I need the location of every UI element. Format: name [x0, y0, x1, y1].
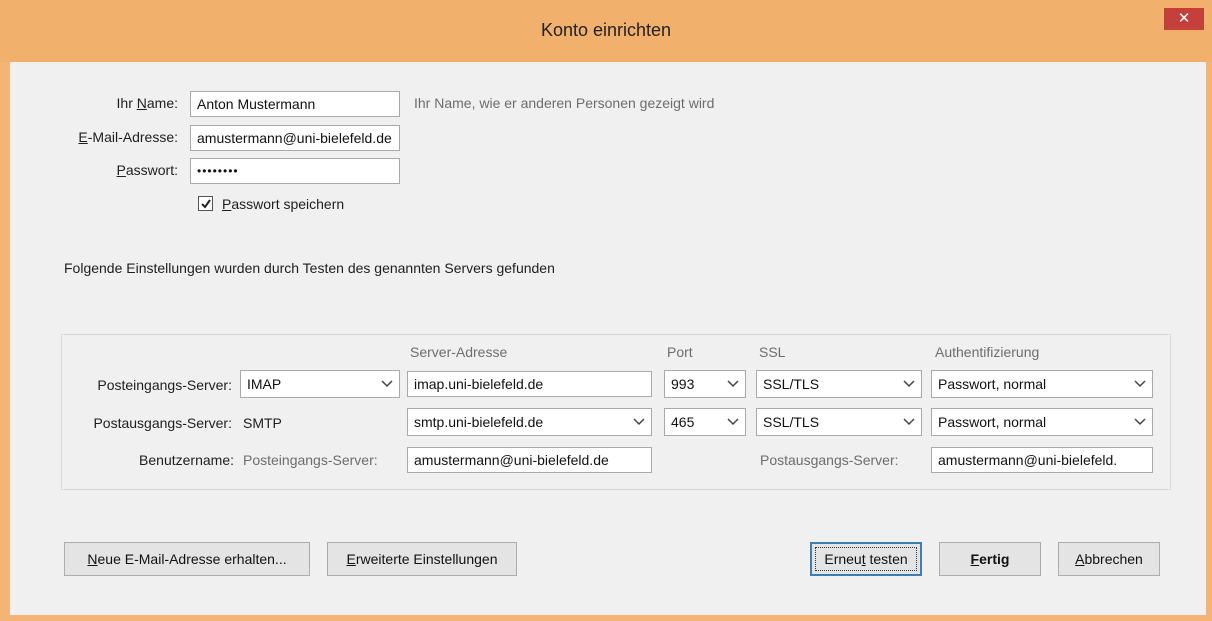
- window-title: Konto einrichten: [540, 20, 672, 40]
- chevron-down-icon: [633, 409, 645, 435]
- chevron-down-icon: [903, 409, 915, 435]
- outgoing-server-label: Postausgangs-Server:: [93, 415, 232, 431]
- chevron-down-icon: [1134, 371, 1146, 397]
- outgoing-auth-select[interactable]: Passwort, normal: [931, 408, 1153, 436]
- title-bar: Konto einrichten ✕: [0, 0, 1212, 62]
- name-input[interactable]: Anton Mustermann: [190, 91, 400, 117]
- column-header-ssl: SSL: [759, 344, 786, 360]
- name-label: Ihr Name:: [116, 95, 178, 111]
- outgoing-address-select[interactable]: smtp.uni-bielefeld.de: [407, 408, 652, 436]
- chevron-down-icon: [727, 371, 739, 397]
- email-label: E-Mail-Adresse:: [78, 129, 178, 145]
- chevron-down-icon: [381, 371, 393, 397]
- incoming-auth-select[interactable]: Passwort, normal: [931, 370, 1153, 398]
- name-hint: Ihr Name, wie er anderen Personen gezeig…: [414, 95, 715, 111]
- incoming-server-label: Posteingangs-Server:: [97, 377, 232, 393]
- incoming-ssl-select[interactable]: SSL/TLS: [756, 370, 922, 398]
- outgoing-protocol: SMTP: [243, 415, 282, 431]
- new-email-address-button[interactable]: Neue E-Mail-Adresse erhalten...: [64, 542, 310, 576]
- chevron-down-icon: [903, 371, 915, 397]
- close-icon: ✕: [1177, 10, 1191, 27]
- found-settings-message: Folgende Einstellungen wurden durch Test…: [64, 260, 555, 276]
- advanced-settings-button[interactable]: Erweiterte Einstellungen: [327, 542, 517, 576]
- email-input[interactable]: amustermann@uni-bielefeld.de: [190, 125, 400, 151]
- outgoing-ssl-select[interactable]: SSL/TLS: [756, 408, 922, 436]
- dialog-content: Ihr Name: Anton Mustermann Ihr Name, wie…: [10, 62, 1206, 615]
- chevron-down-icon: [727, 409, 739, 435]
- incoming-port-select[interactable]: 993: [664, 370, 746, 398]
- close-button[interactable]: ✕: [1164, 8, 1204, 30]
- username-outgoing-label: Postausgangs-Server:: [760, 452, 899, 468]
- column-header-port: Port: [667, 344, 693, 360]
- password-input[interactable]: ••••••••: [190, 158, 400, 184]
- username-outgoing-input[interactable]: amustermann@uni-bielefeld.: [931, 447, 1153, 473]
- username-incoming-label: Posteingangs-Server:: [243, 452, 378, 468]
- checkmark-icon: [201, 199, 211, 209]
- column-header-address: Server-Adresse: [410, 344, 508, 360]
- chevron-down-icon: [1134, 409, 1146, 435]
- done-button[interactable]: Fertig: [939, 542, 1041, 576]
- incoming-address-input[interactable]: imap.uni-bielefeld.de: [407, 371, 652, 397]
- password-label: Passwort:: [116, 162, 178, 178]
- save-password-checkbox[interactable]: [198, 196, 213, 211]
- outgoing-port-select[interactable]: 465: [664, 408, 746, 436]
- dialog-window: Konto einrichten ✕ Ihr Name: Anton Muste…: [0, 0, 1212, 621]
- incoming-protocol-select[interactable]: IMAP: [240, 370, 400, 398]
- username-incoming-input[interactable]: amustermann@uni-bielefeld.de: [407, 447, 652, 473]
- retest-button[interactable]: Erneut testen: [810, 542, 922, 576]
- cancel-button[interactable]: Abbrechen: [1058, 542, 1160, 576]
- username-label: Benutzername:: [139, 452, 234, 468]
- column-header-auth: Authentifizierung: [935, 344, 1040, 360]
- save-password-label[interactable]: Passwort speichern: [222, 196, 344, 212]
